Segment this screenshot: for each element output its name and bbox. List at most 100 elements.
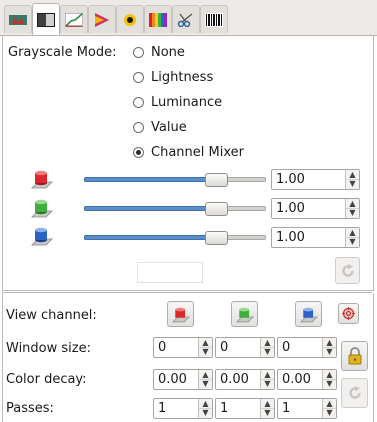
window-size-blue-spin-buttons[interactable]: ▲ ▼ — [322, 338, 336, 357]
target-icon — [342, 307, 355, 320]
view-red-channel-button[interactable] — [167, 301, 194, 327]
radio-lightness-label: Lightness — [151, 70, 214, 85]
window-size-label: Window size: — [6, 341, 91, 356]
passes-red-value[interactable]: 1 — [158, 401, 166, 416]
blue-value[interactable]: 1.00 — [276, 230, 305, 245]
radio-luminance-indicator[interactable] — [133, 97, 144, 108]
chevron-down-icon[interactable]: ▼ — [346, 208, 359, 217]
grayscale-icon — [37, 12, 55, 27]
chevron-down-icon[interactable]: ▼ — [199, 379, 212, 388]
tab-scissors[interactable] — [172, 5, 200, 33]
passes-red-spin-buttons[interactable]: ▲ ▼ — [198, 399, 212, 418]
blue-channel-icon — [299, 307, 318, 322]
tab-barcode[interactable] — [200, 5, 228, 33]
chevron-down-icon[interactable]: ▼ — [323, 347, 336, 356]
color-picker-icon — [124, 13, 136, 26]
red-channel-icon — [171, 307, 190, 322]
red-slider-fill — [84, 177, 216, 182]
radio-channel-mixer-indicator[interactable] — [133, 147, 144, 158]
radio-value-label: Value — [151, 120, 187, 135]
window-size-blue-spinner[interactable]: 0 ▲ ▼ — [277, 337, 337, 358]
chevron-down-icon[interactable]: ▼ — [323, 408, 336, 417]
window-size-green-spinner[interactable]: 0 ▲ ▼ — [215, 337, 275, 358]
color-decay-green-spin-buttons[interactable]: ▲ ▼ — [260, 370, 274, 389]
green-value-spinner[interactable]: 1.00 ▲ ▼ — [271, 198, 360, 219]
tab-transform[interactable] — [4, 5, 32, 33]
color-decay-blue-spin-buttons[interactable]: ▲ ▼ — [322, 370, 336, 389]
tab-color-mixer[interactable] — [88, 5, 116, 33]
passes-green-value[interactable]: 1 — [220, 401, 228, 416]
radio-lightness[interactable]: Lightness — [133, 70, 213, 85]
mixer-reset-button[interactable] — [335, 257, 360, 284]
scissors-icon — [177, 12, 193, 27]
window-size-green-value[interactable]: 0 — [220, 340, 228, 355]
color-decay-red-value[interactable]: 0.00 — [158, 372, 187, 387]
spectrum-icon — [149, 12, 167, 27]
tab-color-picker[interactable] — [116, 5, 144, 33]
transform-icon — [9, 14, 27, 25]
passes-label: Passes: — [6, 401, 54, 416]
barcode-icon — [205, 12, 223, 27]
color-decay-green-value[interactable]: 0.00 — [220, 372, 249, 387]
color-decay-green-spinner[interactable]: 0.00 ▲ ▼ — [215, 369, 275, 390]
tab-bar — [0, 0, 377, 36]
window-size-red-spin-buttons[interactable]: ▲ ▼ — [198, 338, 212, 357]
chevron-down-icon[interactable]: ▼ — [346, 237, 359, 246]
color-decay-blue-value[interactable]: 0.00 — [282, 372, 311, 387]
chevron-down-icon[interactable]: ▼ — [323, 379, 336, 388]
chevron-down-icon[interactable]: ▼ — [199, 408, 212, 417]
red-value-spinner[interactable]: 1.00 ▲ ▼ — [271, 169, 360, 190]
green-channel-icon — [31, 199, 53, 218]
passes-blue-spin-buttons[interactable]: ▲ ▼ — [322, 399, 336, 418]
green-value[interactable]: 1.00 — [276, 201, 305, 216]
chevron-down-icon[interactable]: ▼ — [261, 379, 274, 388]
smoothing-reset-button[interactable] — [341, 378, 368, 408]
radio-value[interactable]: Value — [133, 120, 187, 135]
passes-green-spin-buttons[interactable]: ▲ ▼ — [260, 399, 274, 418]
color-decay-red-spin-buttons[interactable]: ▲ ▼ — [198, 370, 212, 389]
window-size-green-spin-buttons[interactable]: ▲ ▼ — [260, 338, 274, 357]
passes-blue-value[interactable]: 1 — [282, 401, 290, 416]
green-slider-fill — [84, 206, 216, 211]
view-channel-label: View channel: — [6, 308, 97, 323]
window-size-red-spinner[interactable]: 0 ▲ ▼ — [153, 337, 213, 358]
window-size-red-value[interactable]: 0 — [158, 340, 166, 355]
passes-red-spinner[interactable]: 1 ▲ ▼ — [153, 398, 213, 419]
radio-lightness-indicator[interactable] — [133, 72, 144, 83]
color-mixer-icon — [95, 12, 109, 27]
tab-grayscale[interactable] — [32, 3, 60, 35]
red-spin-buttons[interactable]: ▲ ▼ — [345, 170, 359, 189]
radio-none[interactable]: None — [133, 45, 185, 60]
lock-button[interactable] — [341, 341, 368, 371]
radio-none-indicator[interactable] — [133, 47, 144, 58]
radio-value-indicator[interactable] — [133, 122, 144, 133]
passes-green-spinner[interactable]: 1 ▲ ▼ — [215, 398, 275, 419]
red-slider-handle[interactable] — [205, 173, 228, 187]
blue-spin-buttons[interactable]: ▲ ▼ — [345, 228, 359, 247]
blue-channel-icon — [31, 227, 53, 246]
curves-icon — [65, 12, 83, 27]
blue-slider-handle[interactable] — [205, 231, 228, 245]
chevron-down-icon[interactable]: ▼ — [346, 179, 359, 188]
color-decay-red-spinner[interactable]: 0.00 ▲ ▼ — [153, 369, 213, 390]
reset-icon — [341, 263, 354, 277]
tab-spectrum[interactable] — [144, 5, 172, 33]
window-size-blue-value[interactable]: 0 — [282, 340, 290, 355]
passes-blue-spinner[interactable]: 1 ▲ ▼ — [277, 398, 337, 419]
color-decay-label: Color decay: — [6, 372, 87, 387]
view-blue-channel-button[interactable] — [295, 301, 322, 327]
color-decay-blue-spinner[interactable]: 0.00 ▲ ▼ — [277, 369, 337, 390]
chevron-down-icon[interactable]: ▼ — [199, 347, 212, 356]
blue-value-spinner[interactable]: 1.00 ▲ ▼ — [271, 227, 360, 248]
green-spin-buttons[interactable]: ▲ ▼ — [345, 199, 359, 218]
target-button[interactable] — [338, 303, 359, 324]
tab-curves[interactable] — [60, 5, 88, 33]
chevron-down-icon[interactable]: ▼ — [261, 408, 274, 417]
chevron-down-icon[interactable]: ▼ — [261, 347, 274, 356]
red-value[interactable]: 1.00 — [276, 172, 305, 187]
radio-luminance-label: Luminance — [151, 95, 223, 110]
green-slider-handle[interactable] — [205, 202, 228, 216]
radio-channel-mixer[interactable]: Channel Mixer — [133, 145, 244, 160]
radio-luminance[interactable]: Luminance — [133, 95, 222, 110]
view-green-channel-button[interactable] — [231, 301, 258, 327]
